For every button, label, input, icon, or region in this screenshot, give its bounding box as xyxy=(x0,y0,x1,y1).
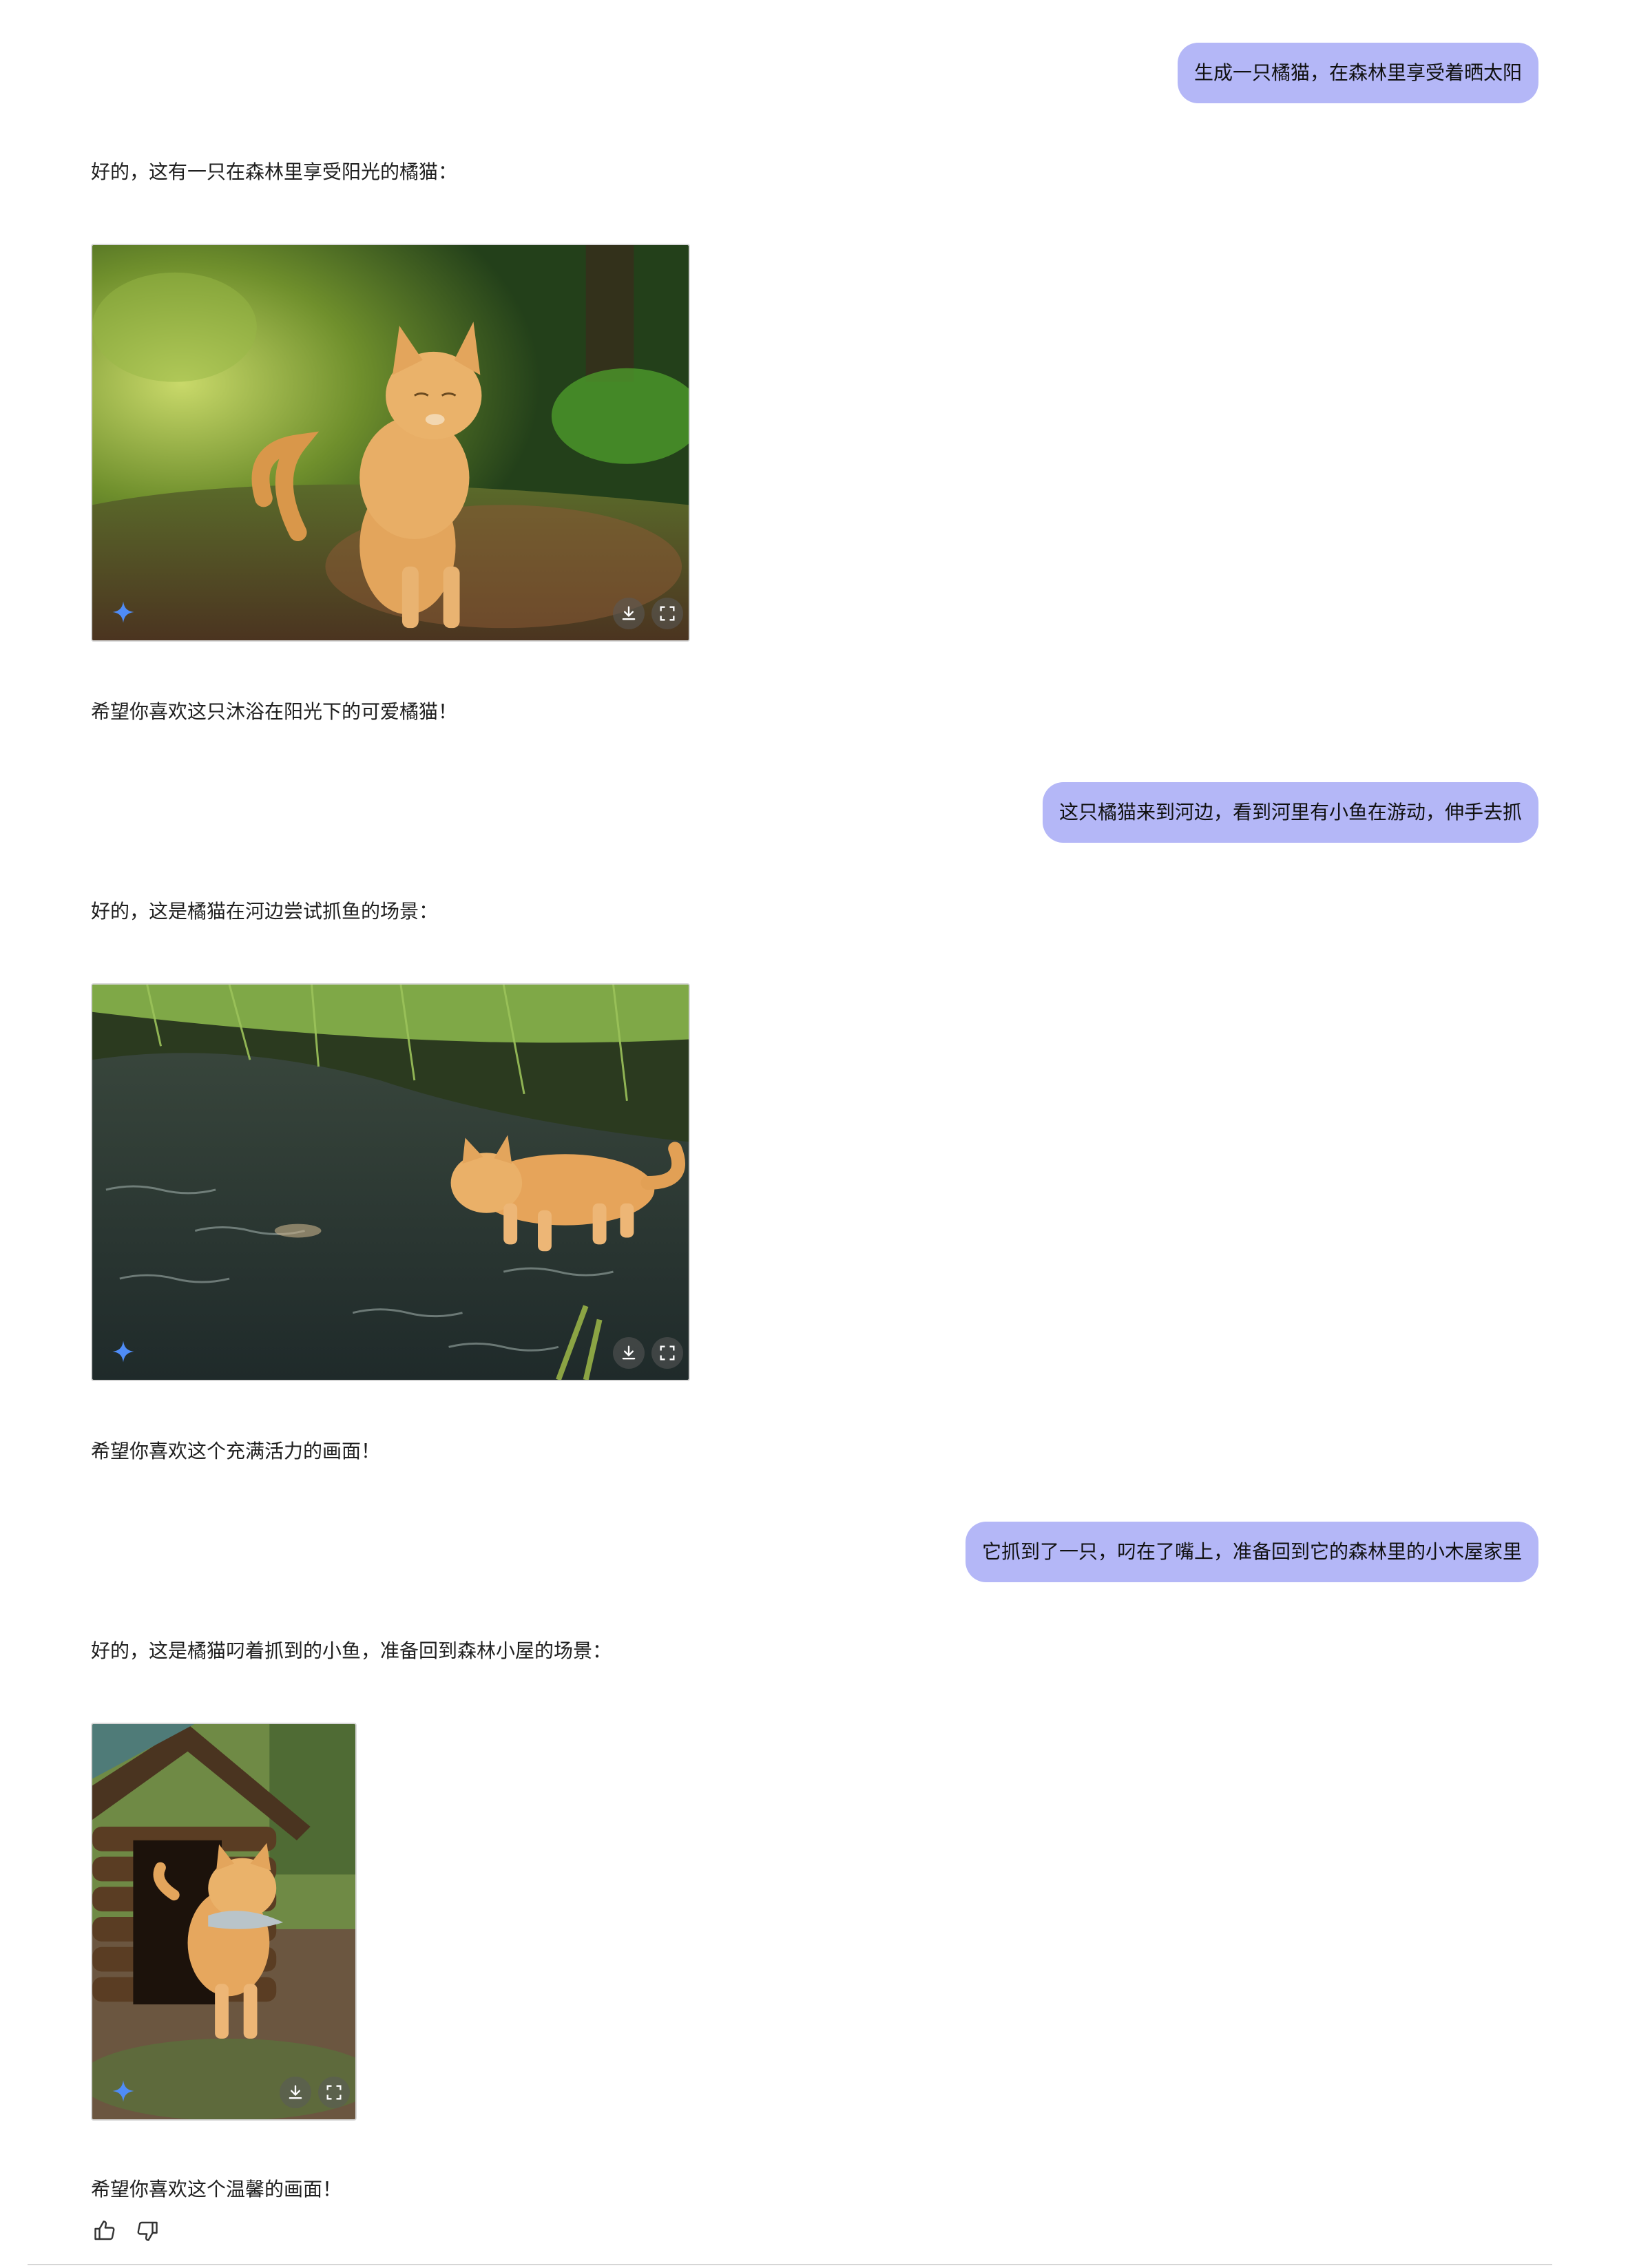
user-message-bubble: 这只橘猫来到河边，看到河里有小鱼在游动，伸手去抓 xyxy=(1042,782,1538,843)
assistant-reply-outro: 希望你喜欢这个充满活力的画面！ xyxy=(91,1440,381,1462)
download-icon xyxy=(622,606,636,620)
cat-cabin-picture xyxy=(92,1724,355,2119)
thumbs-down-button[interactable] xyxy=(134,2217,161,2245)
cat-forest-picture xyxy=(92,245,689,640)
thumbs-down-icon xyxy=(137,2221,158,2241)
feedback-bar xyxy=(91,2217,161,2245)
user-message-bubble: 它抓到了一只，叼在了嘴上，准备回到它的森林里的小木屋家里 xyxy=(965,1522,1538,1582)
fullscreen-button[interactable] xyxy=(651,1337,683,1369)
fullscreen-button[interactable] xyxy=(318,2077,350,2108)
sparkle-icon xyxy=(112,1341,134,1363)
thumbs-up-icon xyxy=(94,2220,115,2240)
assistant-reply-intro: 好的，这有一只在森林里享受阳光的橘猫： xyxy=(91,160,458,183)
fullscreen-icon xyxy=(326,2085,342,2100)
generated-image-cat-cabin[interactable] xyxy=(91,1723,357,2121)
assistant-reply-outro: 希望你喜欢这只沐浴在阳光下的可爱橘猫！ xyxy=(91,700,458,723)
fullscreen-button[interactable] xyxy=(651,598,683,629)
download-button[interactable] xyxy=(280,2077,311,2108)
sparkle-icon xyxy=(112,601,134,623)
download-icon xyxy=(289,2085,302,2099)
assistant-reply-intro: 好的，这是橘猫叼着抓到的小鱼，准备回到森林小屋的场景： xyxy=(91,1639,612,1662)
sparkle-icon xyxy=(112,2080,134,2102)
cat-river-picture xyxy=(92,985,689,1380)
user-message-text: 这只橘猫来到河边，看到河里有小鱼在游动，伸手去抓 xyxy=(1058,801,1522,823)
generated-image-cat-river[interactable] xyxy=(91,983,690,1381)
bottom-divider xyxy=(28,2264,1552,2265)
download-button[interactable] xyxy=(613,598,645,629)
fullscreen-icon xyxy=(660,606,675,621)
assistant-reply-outro: 希望你喜欢这个温馨的画面！ xyxy=(91,2178,342,2201)
chat-page: 生成一只橘猫，在森林里享受着晒太阳 好的，这有一只在森林里享受阳光的橘猫： 希望… xyxy=(0,0,1628,2268)
fullscreen-icon xyxy=(660,1345,675,1361)
download-icon xyxy=(622,1345,636,1360)
user-message-bubble: 生成一只橘猫，在森林里享受着晒太阳 xyxy=(1177,43,1538,103)
download-button[interactable] xyxy=(613,1337,645,1369)
thumbs-up-button[interactable] xyxy=(91,2217,118,2245)
user-message-text: 它抓到了一只，叼在了嘴上，准备回到它的森林里的小木屋家里 xyxy=(981,1540,1522,1563)
user-message-text: 生成一只橘猫，在森林里享受着晒太阳 xyxy=(1193,61,1522,84)
assistant-reply-intro: 好的，这是橘猫在河边尝试抓鱼的场景： xyxy=(91,900,439,923)
generated-image-cat-forest[interactable] xyxy=(91,244,690,642)
